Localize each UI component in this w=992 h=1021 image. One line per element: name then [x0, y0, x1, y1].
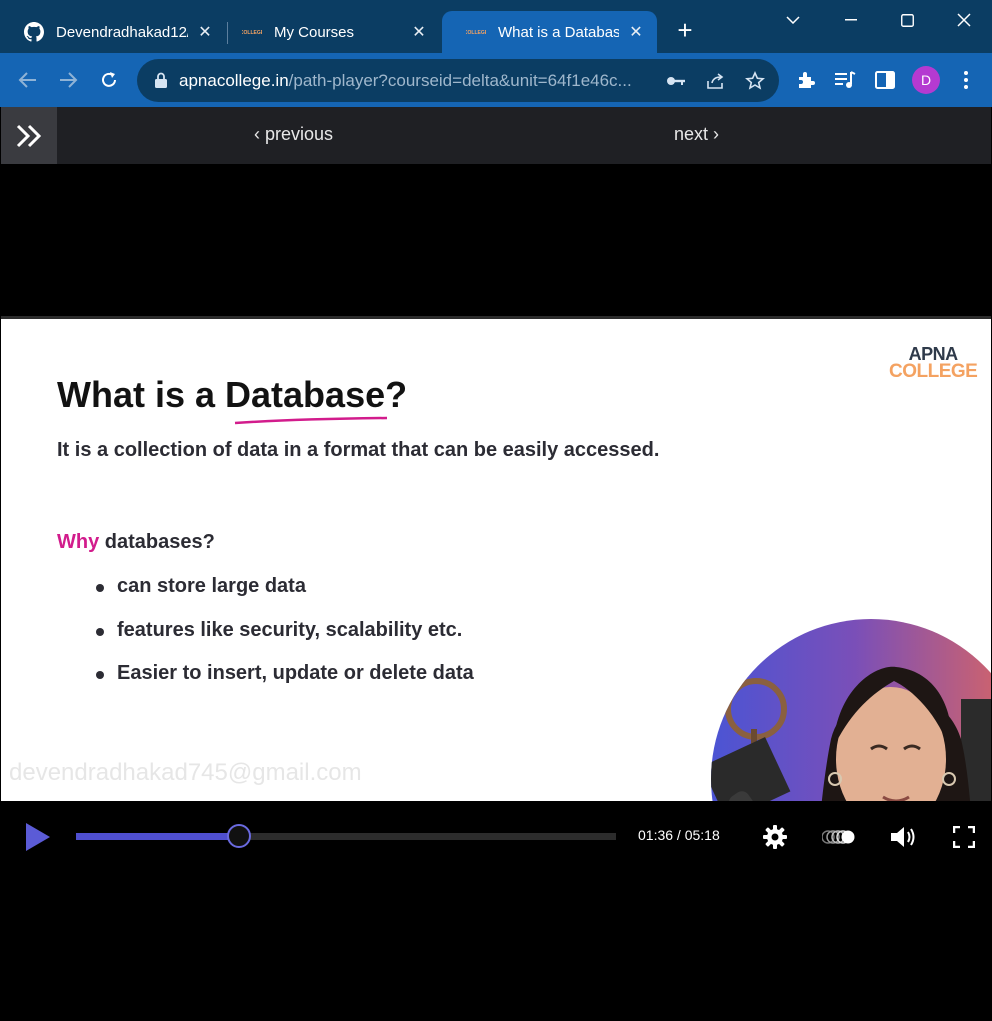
video-player[interactable]: What is a Database? It is a collection o…	[1, 164, 991, 1014]
tab-title: Devendradhakad12/	[56, 23, 188, 41]
profile-avatar[interactable]: D	[912, 66, 940, 94]
svg-text:COLLEGE: COLLEGE	[466, 30, 486, 36]
player-controls: 01:36 / 05:18	[1, 801, 991, 871]
settings-gear-icon[interactable]	[760, 822, 790, 852]
time-display: 01:36 / 05:18	[638, 827, 720, 843]
close-window-button[interactable]	[949, 8, 979, 32]
apna-college-favicon: COLLEGE	[466, 22, 486, 42]
tab-title: What is a Database?	[498, 23, 619, 41]
title-underline	[234, 416, 388, 425]
progress-scrubber[interactable]	[227, 824, 252, 848]
speed-toggle-icon[interactable]	[822, 822, 856, 852]
apna-college-favicon: COLLEGE	[242, 22, 262, 42]
play-button[interactable]	[23, 821, 53, 853]
next-button[interactable]: next ›	[674, 124, 719, 145]
video-frame-slide: What is a Database? It is a collection o…	[1, 316, 991, 801]
lock-icon[interactable]	[154, 72, 168, 88]
bookmark-star-icon[interactable]	[745, 71, 765, 91]
reload-button[interactable]	[96, 67, 122, 93]
minimize-button[interactable]	[836, 8, 866, 32]
progress-bar[interactable]	[76, 824, 616, 848]
list-item: Easier to insert, update or delete data	[93, 662, 474, 706]
previous-button[interactable]: ‹ previous	[254, 124, 333, 145]
kebab-menu-icon[interactable]	[954, 68, 978, 92]
extensions-icon[interactable]	[794, 68, 818, 92]
slide-why-heading: Why databases?	[57, 531, 215, 553]
expand-sidebar-icon[interactable]	[1, 107, 57, 164]
apna-college-logo: APNA COLLEGE	[889, 344, 978, 382]
slide-definition: It is a collection of data in a format t…	[57, 439, 660, 461]
volume-icon[interactable]	[889, 822, 919, 852]
presenter-webcam	[711, 619, 991, 801]
new-tab-button[interactable]: +	[672, 17, 698, 44]
close-icon[interactable]: ✕	[196, 23, 214, 41]
share-icon[interactable]	[706, 71, 726, 91]
tab-github[interactable]: Devendradhakad12/ ✕	[0, 11, 226, 53]
svg-text:COLLEGE: COLLEGE	[242, 30, 262, 36]
url-text[interactable]: apnacollege.in/path-player?courseid=delt…	[179, 71, 654, 91]
tab-what-is-a-database[interactable]: COLLEGE What is a Database? ✕	[442, 11, 657, 53]
close-icon[interactable]: ✕	[410, 23, 428, 41]
key-icon[interactable]	[666, 71, 686, 91]
progress-fill	[76, 833, 240, 840]
close-icon[interactable]: ✕	[627, 23, 645, 41]
course-nav-bar: ‹ previous next ›	[1, 107, 991, 164]
slide-bullet-list: can store large data features like secur…	[93, 575, 474, 706]
list-item: features like security, scalability etc.	[93, 619, 474, 663]
browser-toolbar: apnacollege.in/path-player?courseid=delt…	[0, 53, 992, 107]
github-icon	[24, 22, 44, 42]
forward-button[interactable]	[55, 67, 81, 93]
slide-title: What is a Database?	[57, 374, 408, 415]
list-item: can store large data	[93, 575, 474, 619]
media-control-icon[interactable]	[833, 68, 857, 92]
maximize-button[interactable]	[892, 8, 922, 32]
tab-title: My Courses	[274, 23, 355, 41]
fullscreen-icon[interactable]	[949, 822, 979, 852]
email-watermark: devendradhakad745@gmail.com	[9, 759, 362, 786]
tab-my-courses[interactable]: COLLEGE My Courses ✕	[218, 11, 440, 53]
back-button[interactable]	[15, 67, 41, 93]
tab-strip: Devendradhakad12/ ✕ COLLEGE My Courses ✕…	[0, 0, 992, 53]
tab-search-icon[interactable]	[778, 8, 808, 32]
side-panel-icon[interactable]	[873, 68, 897, 92]
address-bar[interactable]: apnacollege.in/path-player?courseid=delt…	[137, 59, 779, 102]
